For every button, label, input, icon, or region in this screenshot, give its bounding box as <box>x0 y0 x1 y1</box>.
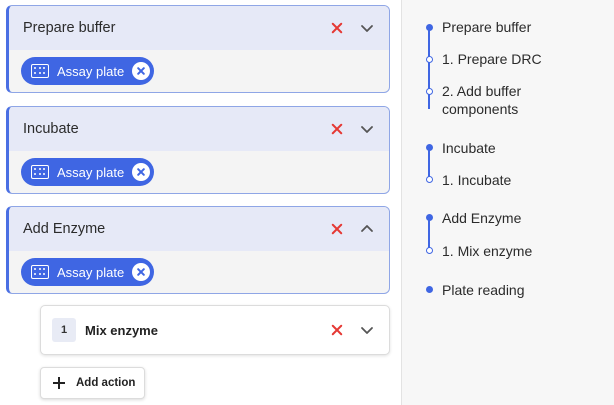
outline-item-incubate[interactable]: Incubate <box>442 139 496 157</box>
action-title: Mix enzyme <box>85 322 158 338</box>
assay-plate-chip[interactable]: Assay plate <box>21 158 155 186</box>
chevron-down-icon[interactable] <box>359 20 375 36</box>
remove-chip-icon[interactable] <box>132 163 151 181</box>
chip-label: Assay plate <box>57 264 125 280</box>
chip-label: Assay plate <box>57 63 125 79</box>
action-number-badge: 1 <box>52 318 76 342</box>
assay-plate-chip[interactable]: Assay plate <box>21 258 155 286</box>
add-action-button[interactable]: Add action <box>40 367 145 399</box>
section-header[interactable]: Incubate <box>9 107 389 151</box>
timeline-dot-filled <box>425 23 433 31</box>
timeline-dot-filled <box>425 213 433 221</box>
section-header[interactable]: Prepare buffer <box>9 6 389 50</box>
chevron-down-icon[interactable] <box>359 121 375 137</box>
plate-icon <box>31 165 49 179</box>
plus-icon <box>53 377 65 389</box>
plate-icon <box>31 64 49 78</box>
timeline-dot-open <box>425 87 433 95</box>
timeline-connector <box>428 218 430 250</box>
outline-item-plate-reading[interactable]: Plate reading <box>442 281 525 299</box>
timeline-connector <box>428 28 430 109</box>
outline-item-add-enzyme[interactable]: Add Enzyme <box>442 209 521 227</box>
section-title: Prepare buffer <box>23 20 116 36</box>
delete-section-icon[interactable] <box>329 221 345 237</box>
delete-action-icon[interactable] <box>329 322 345 338</box>
remove-chip-icon[interactable] <box>132 62 151 80</box>
section-body: Assay plate <box>9 50 389 92</box>
section-card-prepare-buffer: Prepare buffer Assay plate <box>6 5 390 93</box>
chip-label: Assay plate <box>57 164 125 180</box>
outline-item-mix-enzyme[interactable]: 1. Mix enzyme <box>442 242 532 260</box>
chevron-up-icon[interactable] <box>359 221 375 237</box>
section-card-incubate: Incubate Assay plate <box>6 106 390 194</box>
timeline-dot-open <box>425 175 433 183</box>
delete-section-icon[interactable] <box>329 20 345 36</box>
outline-item-incubate-step[interactable]: 1. Incubate <box>442 171 511 189</box>
section-title: Incubate <box>23 121 79 137</box>
timeline-dot-filled <box>425 285 433 293</box>
chevron-down-icon[interactable] <box>359 322 375 338</box>
section-header[interactable]: Add Enzyme <box>9 207 389 251</box>
action-card-mix-enzyme[interactable]: 1 Mix enzyme <box>40 305 390 355</box>
outline-item-add-buffer[interactable]: 2. Add buffer components <box>442 82 521 118</box>
outline-item-prepare-drc[interactable]: 1. Prepare DRC <box>442 50 542 68</box>
workflow-editor: Prepare buffer Assay plate Incubate Assa… <box>0 0 401 405</box>
assay-plate-chip[interactable]: Assay plate <box>21 57 155 85</box>
timeline-connector <box>428 147 430 179</box>
outline-item-label-line2: components <box>442 101 519 117</box>
outline-item-prepare-buffer[interactable]: Prepare buffer <box>442 18 531 36</box>
add-action-label: Add action <box>76 377 136 389</box>
section-body: Assay plate <box>9 151 389 193</box>
section-body: Assay plate <box>9 251 389 293</box>
section-title: Add Enzyme <box>23 221 106 237</box>
delete-section-icon[interactable] <box>329 121 345 137</box>
section-card-add-enzyme: Add Enzyme Assay plate <box>6 206 390 294</box>
outline-item-label-line1: 2. Add buffer <box>442 83 522 99</box>
timeline-dot-open <box>425 55 433 63</box>
timeline-dot-filled <box>425 143 433 151</box>
timeline-dot-open <box>425 246 433 254</box>
remove-chip-icon[interactable] <box>132 263 151 281</box>
plate-icon <box>31 265 49 279</box>
